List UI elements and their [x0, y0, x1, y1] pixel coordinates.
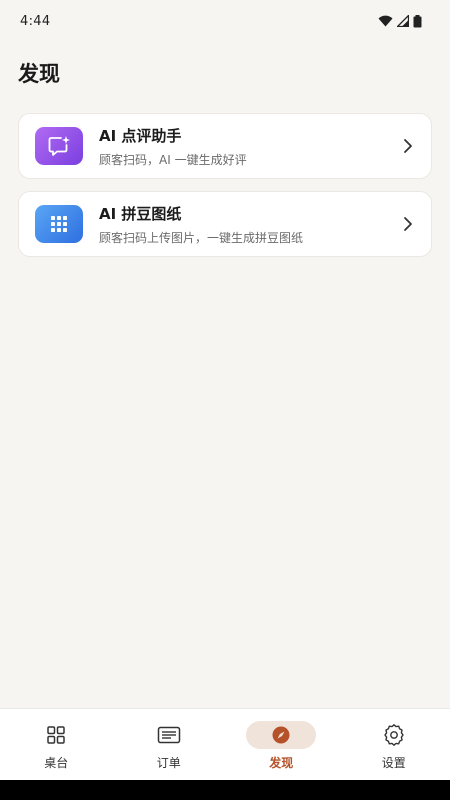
chat-sparkle-icon	[48, 136, 70, 156]
grid-dots-icon	[51, 216, 67, 232]
card-ai-bead-pattern[interactable]: AI 拼豆图纸 顾客扫码上传图片，一键生成拼豆图纸	[18, 191, 432, 257]
status-time: 4:44	[20, 13, 51, 29]
bottom-nav: 桌台 订单 发现 设置	[0, 708, 450, 780]
battery-icon	[413, 14, 422, 27]
card-description: 顾客扫码上传图片，一键生成拼豆图纸	[99, 230, 304, 245]
nav-icon-wrap	[246, 721, 317, 749]
nav-item-orders[interactable]: 订单	[113, 709, 226, 780]
nav-label: 订单	[156, 756, 181, 770]
nav-icon-wrap	[359, 721, 429, 749]
gear-icon	[384, 724, 404, 746]
card-icon-wrap	[35, 127, 83, 165]
chevron-right-icon	[404, 139, 412, 153]
nav-item-settings[interactable]: 设置	[338, 709, 450, 780]
status-icons	[378, 14, 422, 28]
grid-icon	[47, 726, 65, 744]
list-icon	[157, 726, 180, 744]
compass-icon	[272, 726, 290, 744]
chevron-right-icon	[404, 217, 412, 231]
card-title: AI 拼豆图纸	[99, 204, 182, 223]
nav-icon-wrap	[21, 721, 91, 749]
page-title: 发现	[18, 62, 60, 86]
nav-item-discover[interactable]: 发现	[225, 709, 338, 780]
card-icon-wrap	[35, 205, 83, 243]
nav-label: 设置	[381, 756, 406, 770]
signal-icon	[397, 15, 409, 27]
card-ai-review-assistant[interactable]: AI 点评助手 顾客扫码，AI 一键生成好评	[18, 113, 432, 179]
nav-label: 发现	[269, 756, 294, 770]
card-description: 顾客扫码，AI 一键生成好评	[99, 152, 247, 167]
nav-label: 桌台	[44, 756, 69, 770]
wifi-icon	[378, 15, 393, 27]
nav-item-tables[interactable]: 桌台	[0, 709, 113, 780]
nav-icon-wrap	[134, 721, 204, 749]
card-title: AI 点评助手	[99, 126, 182, 145]
system-gesture-bar	[0, 780, 450, 800]
status-bar: 4:44	[0, 0, 450, 42]
